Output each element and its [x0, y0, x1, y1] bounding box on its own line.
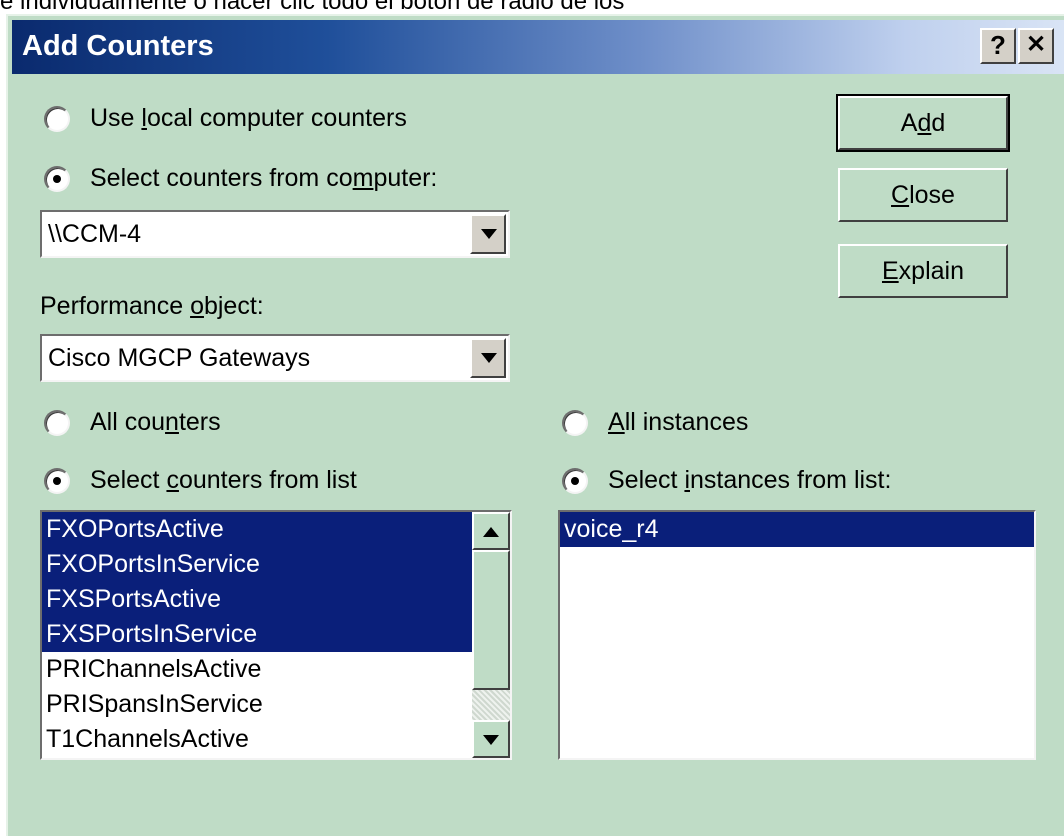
computer-dropdown-button[interactable]: [470, 214, 506, 254]
computer-combo[interactable]: \\CCM-4: [40, 210, 510, 258]
chevron-up-icon: [483, 527, 499, 537]
all-instances-label: All instances: [608, 408, 749, 436]
scroll-up-button[interactable]: [472, 512, 510, 550]
list-item-counter[interactable]: FXOPortsInService: [42, 547, 472, 582]
performance-object-combo[interactable]: Cisco MGCP Gateways: [40, 334, 510, 382]
use-local-counters-label: Use local computer counters: [90, 104, 407, 132]
explain-button[interactable]: Explain: [838, 244, 1008, 298]
select-from-computer-label: Select counters from computer:: [90, 164, 438, 192]
performance-object-dropdown-button[interactable]: [470, 338, 506, 378]
counters-scrollbar[interactable]: [472, 512, 510, 758]
background-caption-text: e individualmente o hacer clic todo el b…: [0, 0, 625, 14]
performance-object-label: Performance object:: [40, 292, 264, 320]
chevron-down-icon: [481, 229, 497, 239]
all-counters-radio[interactable]: [44, 410, 70, 436]
close-icon[interactable]: ✕: [1018, 28, 1054, 64]
list-item-counter[interactable]: PRIChannelsActive: [42, 652, 472, 687]
list-item-counter[interactable]: FXOPortsActive: [42, 512, 472, 547]
list-item-counter[interactable]: PRISpansInService: [42, 687, 472, 722]
scroll-down-button[interactable]: [472, 720, 510, 758]
chevron-down-icon: [483, 735, 499, 745]
add-button[interactable]: Add: [836, 94, 1010, 152]
add-counters-dialog: Add Counters ? ✕ Use local computer coun…: [6, 14, 1064, 836]
performance-object-value: Cisco MGCP Gateways: [48, 344, 311, 372]
title-bar[interactable]: Add Counters ? ✕: [12, 20, 1064, 74]
select-counters-from-list-radio[interactable]: [44, 468, 70, 494]
select-instances-from-list-radio[interactable]: [562, 468, 588, 494]
list-item-counter[interactable]: T1ChannelsActive: [42, 722, 472, 757]
computer-value: \\CCM-4: [48, 220, 142, 248]
all-counters-label: All counters: [90, 408, 221, 436]
dialog-title: Add Counters: [22, 30, 214, 62]
chevron-down-icon: [481, 353, 497, 363]
all-instances-radio[interactable]: [562, 410, 588, 436]
instances-listbox[interactable]: voice_r4: [558, 510, 1036, 760]
list-item-counter[interactable]: FXSPortsActive: [42, 582, 472, 617]
counters-listbox[interactable]: FXOPortsActive FXOPortsInService FXSPort…: [40, 510, 512, 760]
select-from-computer-radio[interactable]: [44, 166, 70, 192]
list-item-instance[interactable]: voice_r4: [560, 512, 1034, 547]
select-counters-from-list-label: Select counters from list: [90, 466, 357, 494]
use-local-counters-radio[interactable]: [44, 106, 70, 132]
list-item-counter[interactable]: FXSPortsInService: [42, 617, 472, 652]
help-button[interactable]: ?: [980, 28, 1016, 64]
scrollbar-thumb[interactable]: [472, 550, 510, 690]
select-instances-from-list-label: Select instances from list:: [608, 466, 892, 494]
close-button[interactable]: Close: [838, 168, 1008, 222]
